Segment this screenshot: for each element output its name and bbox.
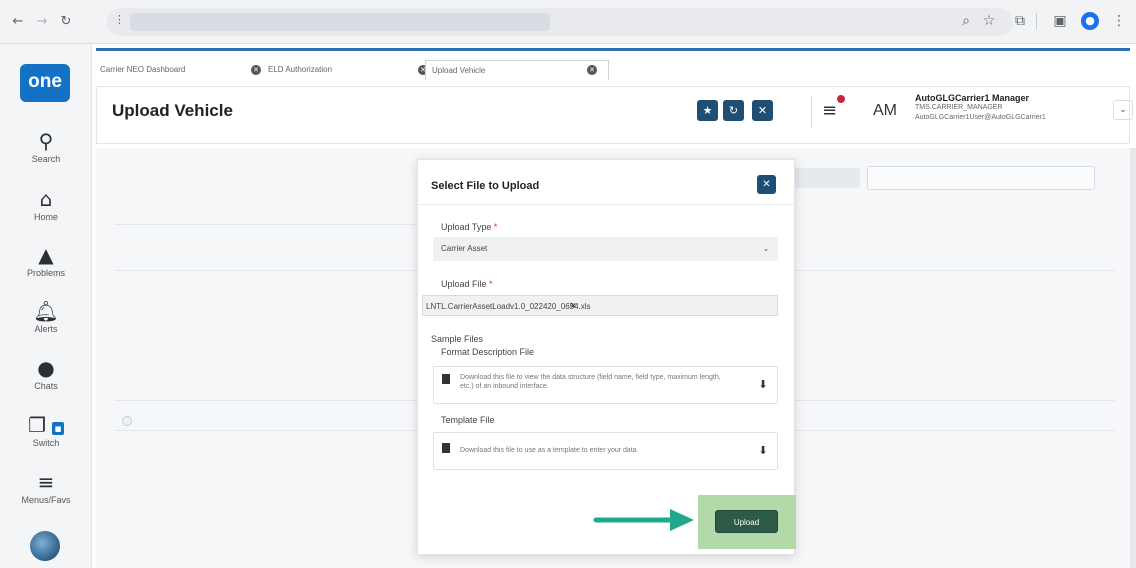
page-title: Upload Vehicle [112, 101, 233, 120]
address-url-blurred [130, 13, 550, 31]
nav-label: Search [31, 154, 61, 164]
chevron-down-icon[interactable]: ⌄ [1113, 100, 1133, 120]
tab-strip-accent-bar [96, 48, 1130, 51]
notification-badge [835, 93, 847, 105]
background-radio [122, 416, 132, 426]
toolbar-divider [1036, 13, 1037, 29]
nav-problems[interactable]: ▲ Problems [0, 243, 92, 278]
upload-file-label-text: Upload File [441, 279, 487, 289]
download-icon[interactable]: ⬇ [756, 378, 770, 392]
sample-files-label: Sample Files [431, 334, 484, 344]
nav-chats[interactable]: ● Chats [0, 356, 92, 391]
nav-menus-favs[interactable]: ≡ Menus/Favs [0, 470, 92, 505]
zoom-icon[interactable]: ⌕ [957, 12, 975, 30]
page-scrollbar[interactable] [1130, 148, 1136, 568]
upload-file-label: Upload File * [441, 279, 493, 289]
close-icon[interactable]: ✕ [587, 65, 597, 75]
search-icon: ⚲ [38, 129, 54, 153]
nav-search[interactable]: ⚲ Search [0, 129, 92, 164]
user-avatar[interactable] [30, 531, 60, 561]
browser-menu-icon[interactable]: ⋮ [1110, 12, 1128, 30]
profile-avatar-icon[interactable]: ● [1081, 12, 1099, 30]
favorite-star-icon[interactable]: ★ [697, 100, 718, 121]
remove-file-icon[interactable]: × [570, 301, 577, 310]
required-mark: * [493, 222, 498, 232]
template-file-text: Download this file to use as a template … [460, 447, 637, 454]
nav-label: Menus/Favs [21, 495, 71, 505]
tab-carrier-neo-dashboard[interactable]: Carrier NEO Dashboard [100, 60, 250, 80]
tab-eld-authorization[interactable]: ELD Authorization [268, 60, 408, 80]
hamburger-menu-icon: ≡ [37, 470, 55, 494]
notifications-menu-icon[interactable]: ≡ [822, 100, 837, 121]
upload-type-label-text: Upload Type [441, 222, 492, 232]
nav-alerts[interactable]: 🔔︎ Alerts [0, 299, 92, 334]
user-email: AutoGLGCarrier1User@AutoGLGCarrier1 [915, 114, 1046, 121]
modal-title: Select File to Upload [431, 180, 540, 192]
user-role: TMS.CARRIER_MANAGER [915, 104, 1003, 111]
document-icon: . [442, 443, 450, 453]
warning-icon: ▲ [38, 243, 54, 267]
document-icon: . [442, 374, 450, 384]
required-mark: * [489, 279, 493, 289]
upload-type-value: Carrier Asset [441, 244, 488, 253]
reload-icon[interactable]: ↻ [58, 13, 74, 31]
header-divider [811, 96, 812, 128]
nav-label: Chats [34, 381, 58, 391]
back-arrow-icon[interactable]: ← [10, 13, 26, 31]
nav-label: Switch [32, 438, 60, 448]
close-page-icon[interactable]: ✕ [752, 100, 773, 121]
tab-upload-vehicle[interactable]: Upload Vehicle [425, 60, 609, 80]
chevron-down-icon[interactable]: ⌄ [756, 238, 776, 260]
format-description-label: Format Description File [441, 347, 535, 357]
modal-divider [418, 204, 794, 205]
nav-switch[interactable]: ❐ ▪ Switch [0, 413, 92, 448]
refresh-icon[interactable]: ↻ [723, 100, 744, 121]
upload-button[interactable]: Upload [715, 510, 778, 533]
site-info-icon[interactable]: ⋮ [114, 13, 125, 26]
one-logo[interactable]: one [20, 64, 70, 102]
bell-icon: 🔔︎ [33, 299, 59, 323]
template-file-label: Template File [441, 415, 495, 425]
switch-icon: ❐ ▪ [28, 413, 64, 437]
user-initials[interactable]: AM [873, 102, 897, 120]
close-icon[interactable]: ✕ [251, 65, 261, 75]
nav-home[interactable]: ⌂ Home [0, 187, 92, 222]
format-description-text: Download this file to view the data stru… [460, 374, 721, 390]
user-name: AutoGLGCarrier1 Manager [915, 93, 1030, 103]
side-panel-icon[interactable]: ▣ [1051, 12, 1069, 30]
upload-type-label: Upload Type * [441, 222, 497, 232]
extensions-icon[interactable]: ⧉ [1011, 12, 1029, 30]
home-icon: ⌂ [39, 187, 53, 211]
background-search [867, 166, 1095, 190]
annotation-arrow-icon [593, 509, 694, 531]
nav-label: Alerts [34, 324, 58, 334]
download-icon[interactable]: ⬇ [756, 444, 770, 458]
nav-label: Home [33, 212, 58, 222]
nav-label: Problems [26, 268, 65, 278]
background-divider [115, 224, 415, 225]
forward-arrow-icon[interactable]: → [34, 13, 50, 31]
close-icon[interactable]: ✕ [757, 175, 776, 194]
selected-file-name: LNTL.CarrierAssetLoadv1.0_022420_0654.xl… [426, 302, 591, 311]
chat-bubble-icon: ● [37, 356, 55, 380]
bookmark-star-icon[interactable]: ☆ [980, 12, 998, 30]
